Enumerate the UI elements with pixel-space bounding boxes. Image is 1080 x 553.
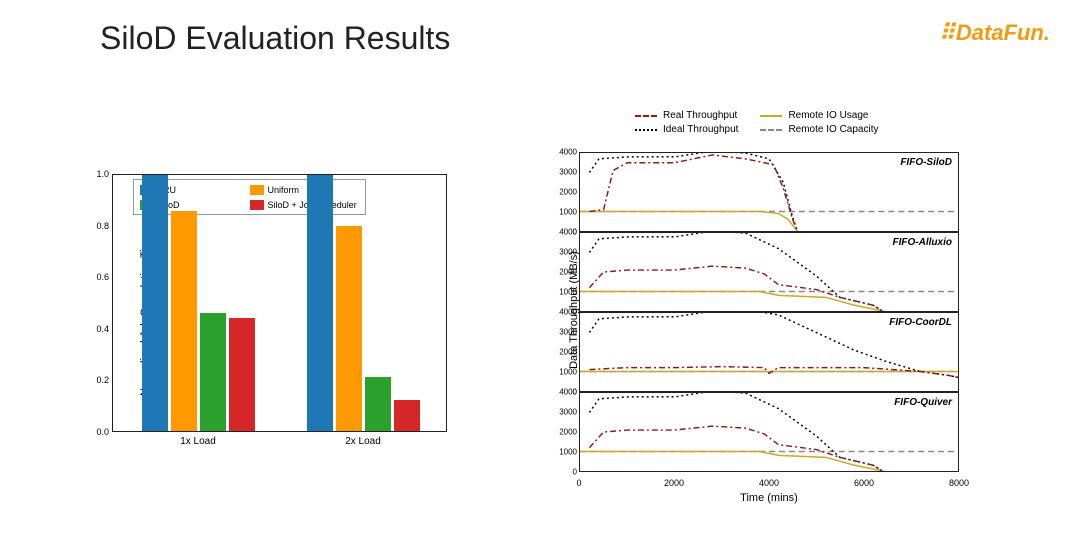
bar [171,211,197,431]
series-line [589,155,797,231]
line-ytick: 3000 [559,168,577,177]
bar-ytick: 0.8 [96,221,109,231]
line-ytick: 1000 [559,448,577,457]
bar-ytick: 0.6 [96,272,109,282]
legend-label: Ideal Throughput [663,124,738,135]
legend-label: Remote IO Usage [788,110,868,121]
line-ytick: 4000 [559,148,577,157]
panel-label: FIFO-Quiver [894,397,952,408]
line-ytick: 3000 [559,408,577,417]
bar-group [307,175,420,431]
series-line [589,233,882,311]
panel-label: FIFO-CoorDL [889,317,952,328]
line-legend-item: Real Throughput [635,110,738,121]
line-xtick: 8000 [949,478,969,488]
bar-ytick: 0.4 [96,324,109,334]
line-legend: Real Throughput Remote IO Usage Ideal Thro… [635,110,878,135]
line-xtick: 0 [576,478,581,488]
bar [365,377,391,431]
bar-xcategory: 1x Load [180,436,216,447]
line-panel: FIFO-SiloD [579,152,959,232]
line-ytick: 2000 [559,428,577,437]
line-ytick: 1000 [559,288,577,297]
line-xtick: 4000 [759,478,779,488]
bar [142,175,168,431]
line-panel: FIFO-CoorDL [579,312,959,392]
line-panels: FIFO-SiloD FIFO-Alluxio FIFO-CoorDL FIFO-Qu… [579,152,959,472]
bar [200,313,226,431]
line-chart: Real Throughput Remote IO Usage Ideal Thro… [515,110,985,533]
legend-line-icon [760,129,782,131]
bar-plot-area: LRUUniformSiloDSiloD + Job Scheduler 1x … [112,174,447,432]
line-ytick: 4000 [559,388,577,397]
line-xlabel: Time (mins) [579,492,959,504]
series-line [580,452,882,472]
legend-label: Real Throughput [663,110,737,121]
bar-ytick: 0.2 [96,375,109,385]
bar [229,318,255,431]
line-ytick: 0 [559,468,577,477]
legend-label: Uniform [268,185,300,195]
series-line [580,292,882,312]
bar [394,400,420,431]
line-ytick: 2000 [559,268,577,277]
bar [336,226,362,431]
legend-line-icon [760,115,782,117]
line-panel: FIFO-Alluxio [579,232,959,312]
bar-ytick: 0.0 [96,427,109,437]
line-ytick: 3000 [559,248,577,257]
line-ytick: 2000 [559,188,577,197]
bar-chart: Normalized Job Completion Time 0.00.20.4… [60,110,455,533]
legend-label: Remote IO Capacity [788,124,878,135]
page-title: SiloD Evaluation Results [100,20,450,57]
line-legend-item: Remote IO Capacity [760,124,878,135]
bar-group [142,175,255,431]
logo: ⠿DataFun. [939,20,1050,46]
legend-line-icon [635,115,657,117]
line-xtick: 2000 [664,478,684,488]
legend-line-icon [635,129,657,131]
logo-text: DataFun. [956,20,1050,45]
line-ytick: 4000 [559,228,577,237]
bar-yticks: 0.00.20.40.60.81.0 [93,174,111,432]
line-ytick: 1000 [559,208,577,217]
panel-label: FIFO-Alluxio [893,237,952,248]
bar [307,175,333,431]
panel-label: FIFO-SiloD [900,157,952,168]
line-ytick: 1000 [559,368,577,377]
logo-dots-icon: ⠿ [939,20,954,45]
series-line [589,393,882,471]
line-legend-item: Ideal Throughput [635,124,738,135]
series-line [589,153,797,231]
line-ytick: 4000 [559,308,577,317]
line-xtick: 6000 [854,478,874,488]
line-ytick: 2000 [559,348,577,357]
series-line [580,212,797,232]
bar-ytick: 1.0 [96,169,109,179]
series-line [589,266,882,311]
line-legend-item: Remote IO Usage [760,110,878,121]
series-line [589,426,882,471]
line-ytick: 3000 [559,328,577,337]
bar-xcategory: 2x Load [345,436,381,447]
line-panel: FIFO-Quiver [579,392,959,472]
